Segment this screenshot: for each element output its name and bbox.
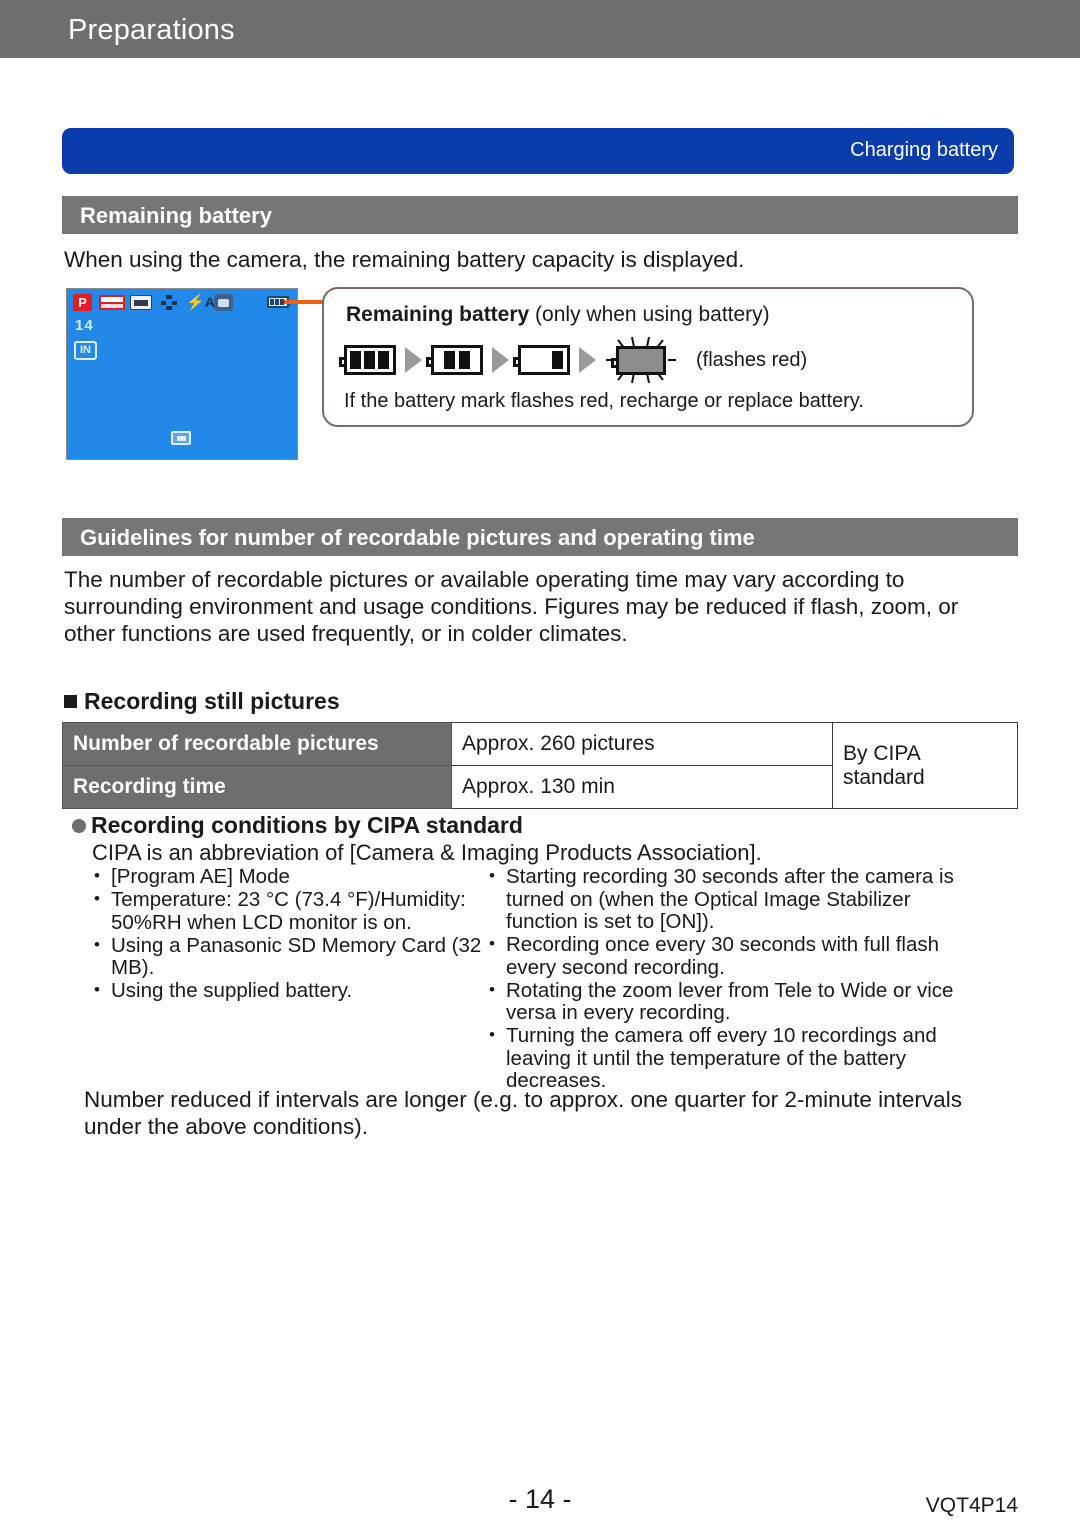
remaining-shots-count: 14 [75,317,94,334]
callout-title-bold: Remaining battery [346,303,530,326]
heading-remaining-battery-label: Remaining battery [80,203,272,228]
list-item: Turning the camera off every 10 recordin… [487,1024,987,1093]
cipa-bullet-list-right: Starting recording 30 seconds after the … [487,865,987,1093]
battery-empty-flashing-icon [605,337,677,383]
table-row-label-0: Number of recordable pictures [62,722,452,766]
list-item: [Program AE] Mode [92,865,487,889]
heading-cipa-conditions-label: Recording conditions by CIPA standard [91,812,523,838]
remaining-battery-callout: Remaining battery (only when using batte… [322,287,974,427]
table-row-label-1: Recording time [62,765,452,809]
round-bullet-icon [72,819,86,833]
heading-guidelines: Guidelines for number of recordable pict… [62,518,1018,556]
list-item: Recording once every 30 seconds with ful… [487,933,987,979]
callout-note: If the battery mark flashes red, recharg… [344,390,864,412]
list-item: Using the supplied battery. [92,979,487,1003]
iso-icon [130,295,152,310]
list-item: Temperature: 23 °C (73.4 °F)/Humidity: 5… [92,888,487,934]
footer-document-code: VQT4P14 [925,1494,1018,1517]
heading-recording-still-pictures: Recording still pictures [64,688,340,715]
table-standard-cell: By CIPA standard [832,722,1018,809]
battery-empty-body-icon [611,345,666,375]
recording-spec-table: Number of recordable pictures Approx. 26… [62,722,1018,809]
remaining-battery-intro-paragraph: When using the camera, the remaining bat… [64,247,745,272]
flash-auto-icon: ⚡A [186,294,215,311]
guidelines-paragraph: The number of recordable pictures or ava… [64,567,959,646]
section-banner-label: Charging battery [850,139,998,161]
heading-cipa-conditions: Recording conditions by CIPA standard [72,812,523,839]
section-banner-charging-battery: Charging battery [62,128,1014,174]
af-area-icon [171,431,191,445]
heading-guidelines-label: Guidelines for number of recordable pict… [80,525,755,550]
table-row-value-1: Approx. 130 min [451,765,833,809]
list-item: Using a Panasonic SD Memory Card (32 MB)… [92,934,487,980]
cipa-bullets-right-column: Starting recording 30 seconds after the … [487,865,987,1093]
program-ae-mode-icon: P [73,294,92,311]
cipa-definition-text: CIPA is an abbreviation of [Camera & Ima… [92,840,762,865]
square-bullet-icon [64,695,77,708]
footer-page-number: - 14 - [508,1484,572,1514]
scene-mode-icon [214,294,233,311]
arrow-right-icon-2 [492,347,509,373]
internal-memory-icon: IN [74,341,97,360]
cipa-bullets-left-column: [Program AE] Mode Temperature: 23 °C (73… [92,865,487,1003]
arrow-right-icon-1 [405,347,422,373]
heading-remaining-battery: Remaining battery [62,196,1018,234]
arrow-right-icon-3 [579,347,596,373]
page-title: Preparations [68,14,235,46]
picture-quality-icon [161,295,177,310]
battery-low-icon [513,345,570,375]
battery-level-sequence: (flashes red) [339,337,808,383]
heading-recording-still-pictures-label: Recording still pictures [84,688,340,714]
cipa-closing-paragraph: Number reduced if intervals are longer (… [84,1087,962,1139]
recording-quality-icon [99,295,125,310]
table-row-value-0: Approx. 260 pictures [451,722,833,766]
flashes-red-label: (flashes red) [696,348,808,371]
camera-lcd-illustration: P ⚡A 14 IN [66,288,298,460]
list-item: Rotating the zoom lever from Tele to Wid… [487,979,987,1025]
table-row: Number of recordable pictures Approx. 26… [62,722,1018,809]
callout-title: Remaining battery (only when using batte… [346,303,770,327]
battery-half-icon [426,345,483,375]
page-header-bar: Preparations [0,0,1080,58]
list-item: Starting recording 30 seconds after the … [487,865,987,934]
battery-full-icon [339,345,396,375]
callout-title-rest: (only when using battery) [529,303,770,326]
cipa-bullet-list-left: [Program AE] Mode Temperature: 23 °C (73… [92,865,487,1003]
